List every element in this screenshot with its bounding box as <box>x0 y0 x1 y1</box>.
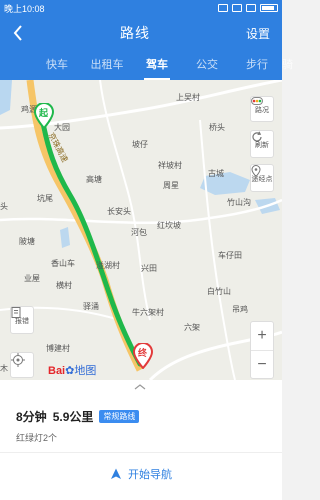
traffic-light-count: 红绿灯2个 <box>16 433 58 443</box>
status-time: 晚上10:08 <box>4 3 45 14</box>
report-icon <box>11 307 21 318</box>
place-label: 白竹山 <box>207 287 231 296</box>
traffic-button[interactable]: 路况 <box>250 96 274 122</box>
place-label: 陂塘 <box>19 237 35 246</box>
waypoint-icon <box>251 165 261 177</box>
place-label: 兴田 <box>141 264 157 273</box>
title-bar: 路线 设置 <box>0 16 282 50</box>
traffic-icon <box>251 97 263 105</box>
refresh-icon <box>252 131 262 142</box>
zoom-control: + − <box>250 321 274 379</box>
start-navigation-label: 开始导航 <box>128 469 172 481</box>
baidu-logo-ditu: 地图 <box>74 365 97 377</box>
place-label: 车仔田 <box>218 251 242 260</box>
traffic-label: 路况 <box>255 106 269 114</box>
zoom-out-button[interactable]: − <box>251 350 273 378</box>
place-label: 业屋 <box>24 274 40 283</box>
place-label: 博建村 <box>46 344 70 353</box>
wifi-icon <box>232 4 242 12</box>
baidu-logo-text: Bai <box>48 365 66 377</box>
tab-transit[interactable]: 公交 <box>182 50 232 80</box>
waypoint-button[interactable]: 途经点 <box>250 164 274 192</box>
place-label: 坡仔 <box>132 140 148 149</box>
divider <box>0 452 282 453</box>
place-label: 坑尾 <box>37 194 53 203</box>
route-distance: 5.9公里 <box>52 410 94 424</box>
tab-express-car[interactable]: 快车 <box>32 50 82 80</box>
place-label: 木 <box>0 364 8 373</box>
place-label: 横村 <box>56 281 72 290</box>
start-navigation-button[interactable]: 开始导航 <box>0 460 282 488</box>
place-label: 湴湖村 <box>96 261 120 270</box>
end-marker-label: 终 <box>138 348 148 358</box>
place-label: 桥头 <box>209 123 225 132</box>
collapse-handle[interactable] <box>134 382 146 393</box>
refresh-button[interactable]: 刷新 <box>250 130 274 158</box>
locate-icon <box>11 353 25 367</box>
route-map[interactable]: 鸡源 上吴村 大园 桥头 坡仔 祥坡村 高塘 古城 周星 坑尾 竹山沟 头 长安… <box>0 80 282 380</box>
mode-tabs: 快车 出租车 驾车 公交 步行 骑 <box>0 50 293 80</box>
settings-button[interactable]: 设置 <box>234 25 282 42</box>
signal-icon <box>246 4 256 12</box>
back-button[interactable] <box>0 16 36 50</box>
zoom-in-button[interactable]: + <box>251 322 273 350</box>
place-label: 高塘 <box>86 175 102 184</box>
start-marker-label: 起 <box>39 108 49 118</box>
page-title: 路线 <box>120 25 150 41</box>
paw-icon: ✿ <box>65 365 75 377</box>
place-label: 古城 <box>208 169 224 178</box>
locate-button[interactable] <box>10 352 34 378</box>
place-label: 牛六架村 <box>132 308 164 317</box>
tab-partial-left <box>0 50 32 80</box>
place-label: 竹山沟 <box>227 198 251 207</box>
status-icons <box>218 4 278 12</box>
place-label: 驿涌 <box>83 302 99 311</box>
place-label: 周星 <box>163 181 179 190</box>
place-label: 长安头 <box>107 207 131 216</box>
place-label: 头 <box>0 202 8 211</box>
place-label: 上吴村 <box>176 93 200 102</box>
tab-walk[interactable]: 步行 <box>232 50 282 80</box>
tab-drive[interactable]: 驾车 <box>132 50 182 80</box>
baidu-logo: Bai✿地图 <box>48 362 96 378</box>
place-label: 祥坡村 <box>158 161 182 170</box>
place-label: 大园 <box>54 123 70 132</box>
route-type-badge: 常规路线 <box>99 410 140 423</box>
water-area <box>60 227 70 248</box>
tab-bike[interactable]: 骑 <box>282 50 302 80</box>
route-summary[interactable]: 8分钟 5.9公里 常规路线 <box>16 408 140 425</box>
place-label: 红坎坡 <box>157 221 181 230</box>
status-bar: 晚上10:08 <box>0 0 282 16</box>
chevron-left-icon <box>13 25 22 41</box>
alarm-icon <box>218 4 228 12</box>
navigation-arrow-icon <box>111 468 121 479</box>
battery-icon <box>260 4 278 12</box>
route-duration: 8分钟 <box>16 410 47 424</box>
report-error-button[interactable]: 报错 <box>10 306 34 334</box>
place-label: 香山车 <box>51 259 75 268</box>
water-area <box>0 80 12 115</box>
chevron-up-icon <box>134 384 146 390</box>
route-card: 8分钟 5.9公里 常规路线 红绿灯2个 开始导航 <box>0 380 282 500</box>
place-label: 六架 <box>184 323 200 332</box>
place-label: 吊鸡 <box>232 305 248 314</box>
place-label: 河包 <box>131 228 147 237</box>
tab-taxi[interactable]: 出租车 <box>82 50 132 80</box>
